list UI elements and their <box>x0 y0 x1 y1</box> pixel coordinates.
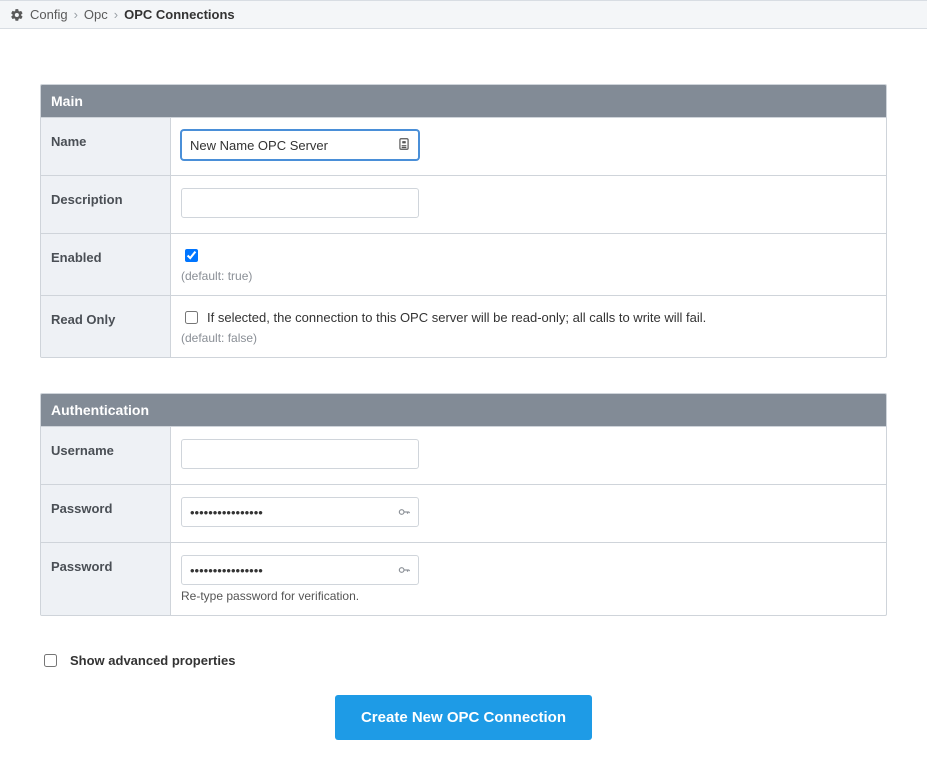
breadcrumb-item-opc[interactable]: Opc <box>84 7 108 22</box>
password-confirm-label: Password <box>41 543 171 615</box>
autofill-contact-icon <box>397 137 411 153</box>
password-label: Password <box>41 485 171 542</box>
row-read-only: Read Only If selected, the connection to… <box>41 295 886 357</box>
read-only-helper: (default: false) <box>181 331 876 345</box>
breadcrumb: Config › Opc › OPC Connections <box>0 0 927 29</box>
advanced-properties-checkbox[interactable] <box>44 654 57 667</box>
row-password-confirm: Password Re-type password for verificati… <box>41 542 886 615</box>
chevron-right-icon: › <box>74 7 78 22</box>
row-username: Username <box>41 426 886 484</box>
enabled-helper: (default: true) <box>181 269 876 283</box>
breadcrumb-item-config[interactable]: Config <box>30 7 68 22</box>
breadcrumb-item-opc-connections: OPC Connections <box>124 7 235 22</box>
advanced-properties-toggle[interactable]: Show advanced properties <box>40 651 887 670</box>
main-panel-title: Main <box>41 85 886 117</box>
description-label: Description <box>41 176 171 233</box>
read-only-checkbox[interactable] <box>185 311 198 324</box>
name-label: Name <box>41 118 171 175</box>
username-label: Username <box>41 427 171 484</box>
main-panel: Main Name Description Enabled <box>40 84 887 358</box>
create-new-opc-connection-button[interactable]: Create New OPC Connection <box>335 695 592 740</box>
authentication-panel-title: Authentication <box>41 394 886 426</box>
enabled-checkbox[interactable] <box>185 249 198 262</box>
row-password: Password <box>41 484 886 542</box>
username-input[interactable] <box>181 439 419 469</box>
password-confirm-helper: Re-type password for verification. <box>181 589 876 603</box>
password-confirm-input[interactable] <box>181 555 419 585</box>
read-only-label: Read Only <box>41 296 171 357</box>
name-input[interactable] <box>181 130 419 160</box>
enabled-label: Enabled <box>41 234 171 295</box>
authentication-panel: Authentication Username Password Passwor… <box>40 393 887 616</box>
chevron-right-icon: › <box>114 7 118 22</box>
gear-icon <box>10 8 24 22</box>
description-input[interactable] <box>181 188 419 218</box>
row-enabled: Enabled (default: true) <box>41 233 886 295</box>
password-input[interactable] <box>181 497 419 527</box>
read-only-description: If selected, the connection to this OPC … <box>207 310 706 325</box>
advanced-properties-label: Show advanced properties <box>70 653 235 668</box>
row-description: Description <box>41 175 886 233</box>
row-name: Name <box>41 117 886 175</box>
